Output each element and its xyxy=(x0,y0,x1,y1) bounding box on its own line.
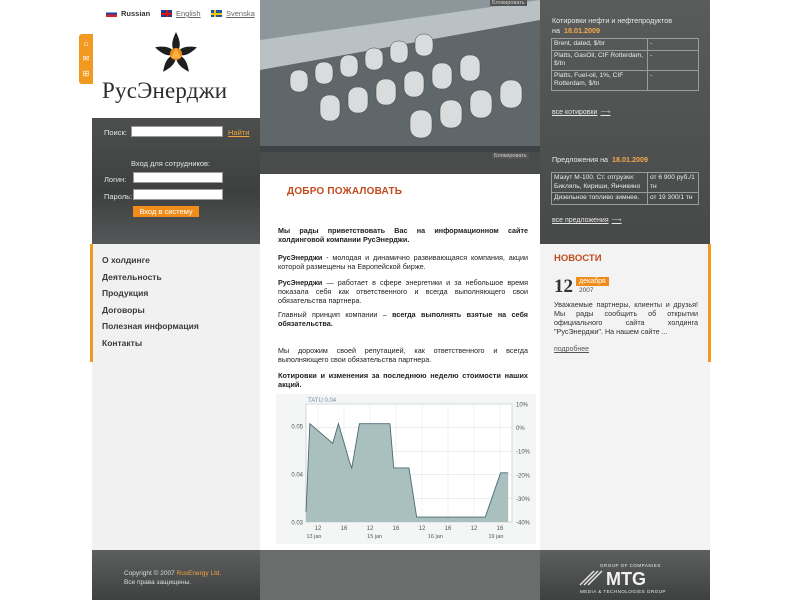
mail-icon[interactable]: ✉ xyxy=(82,54,90,63)
x-tick-label: 16 xyxy=(393,526,400,532)
search-input[interactable] xyxy=(131,126,223,137)
page-gutter-right xyxy=(710,0,800,600)
news-text: Уважаемые партнеры, клиенты и друзья! Мы… xyxy=(554,300,698,336)
search-label: Поиск: xyxy=(104,128,127,137)
login-label: Логин: xyxy=(104,175,127,184)
paragraph-1: РусЭнерджи - молодая и динамично развива… xyxy=(278,253,528,271)
y-right-tick-label: -30% xyxy=(516,497,531,503)
all-offers-link[interactable]: все предложения ⟶ xyxy=(552,216,622,224)
login-input[interactable] xyxy=(133,172,223,183)
x-tick-label: 12 xyxy=(471,526,478,532)
table-row: Дизельное топливо зимнее. от 19 300/1 тн xyxy=(551,192,699,205)
page-gutter-left xyxy=(0,0,92,600)
table-row: Platts, GasOil, CIF Rotterdam, $/tn - xyxy=(551,49,699,71)
nav-item-useful-info[interactable]: Полезная информация xyxy=(92,318,260,335)
x-tick-label: 16 xyxy=(497,526,504,532)
language-english[interactable]: English xyxy=(161,9,201,18)
news-year: 2007 xyxy=(579,287,594,294)
y-right-tick-label: -20% xyxy=(516,473,531,479)
language-russian[interactable]: Russian xyxy=(106,9,150,18)
quotes-table: Brent, dated, $/br - Platts, GasOil, CIF … xyxy=(551,38,699,91)
accent-bar-right xyxy=(708,244,711,362)
login-submit-button[interactable]: Вход в систему xyxy=(133,206,199,217)
y-left-tick-label: 0.04 xyxy=(291,473,303,479)
right-quotes-panel xyxy=(540,0,710,244)
stock-chart-svg: 10%0%-10%-20%-30%-40%0.050.040.0312 16 12 1… xyxy=(276,394,536,544)
photo-caption-top: Блокировать xyxy=(490,0,527,6)
russia-flag-icon xyxy=(106,10,117,17)
stock-chart: 10% 0% -10% -20% -30% -40% 0.05 0.04 0.03 12 16 12 1… xyxy=(276,394,536,544)
quotes-title: Котировки нефти и нефтепродуктов на 18.0… xyxy=(552,16,673,35)
password-input[interactable] xyxy=(133,189,223,200)
x-tick-label: 12 xyxy=(367,526,374,532)
search-submit-link[interactable]: Найти xyxy=(228,128,249,137)
y-right-tick-label: -40% xyxy=(516,521,531,527)
star-logo-icon xyxy=(155,32,197,72)
paragraph-4: Мы дорожим своей репутацией, как ответст… xyxy=(278,346,528,364)
main-navigation: О холдинге Деятельность Продукция Догово… xyxy=(92,252,260,351)
table-row: Platts, Fuel-oil, 1%, CIF Rotterdam, $/t… xyxy=(551,69,699,91)
sitemap-icon[interactable]: ⊞ xyxy=(82,70,90,78)
paragraph-3: Главный принцип компании – всегда выполн… xyxy=(278,310,528,328)
language-svenska[interactable]: Svenska xyxy=(211,9,255,18)
offers-table: Мазут М-100. Ст. отгрузки: Бикляль, Кири… xyxy=(551,172,699,205)
news-month-badge: декабря xyxy=(576,277,609,286)
offers-date: 18.01.2009 xyxy=(612,155,649,164)
news-more-link[interactable]: подробнее xyxy=(554,346,589,353)
y-right-tick-label: -10% xyxy=(516,450,531,456)
y-right-tick-label: 0% xyxy=(516,426,525,432)
x-tick-label: 12 xyxy=(419,526,426,532)
nav-item-products[interactable]: Продукция xyxy=(92,285,260,302)
logo-wordmark[interactable]: РусЭнерджи xyxy=(102,78,227,104)
table-row: Мазут М-100. Ст. отгрузки: Бикляль, Кири… xyxy=(551,172,699,193)
y-left-tick-label: 0.03 xyxy=(291,521,303,527)
x-tick-label: 16 xyxy=(341,526,348,532)
nav-item-about[interactable]: О холдинге xyxy=(92,252,260,269)
copyright-brand-link[interactable]: RusEnergy Ltd. xyxy=(177,570,222,577)
brand-name: РусЭнерджи xyxy=(278,278,323,287)
mtg-logo[interactable]: MTG xyxy=(578,565,678,591)
y-left-tick-label: 0.05 xyxy=(291,425,303,431)
x-date-label: 19 jan xyxy=(489,534,504,540)
mtg-logo-icon: MTG xyxy=(579,569,646,589)
news-day: 12 xyxy=(554,276,573,297)
quotes-date: 18.01.2009 xyxy=(563,26,600,35)
x-tick-label: 16 xyxy=(445,526,452,532)
sweden-flag-icon xyxy=(211,10,222,17)
oil-terminal-illustration xyxy=(260,0,540,152)
login-title: Вход для сотрудников: xyxy=(131,159,211,168)
x-date-label: 16 jan xyxy=(428,534,443,540)
paragraph-2: РусЭнерджи — работает в сфере энергетики… xyxy=(278,278,528,305)
y-right-tick-label: 10% xyxy=(516,403,529,409)
x-date-label: 15 jan xyxy=(367,534,382,540)
brand-name: РусЭнерджи xyxy=(278,253,323,262)
mtg-subtitle: MEDIA & TECHNOLOGIES GROUP xyxy=(580,589,666,594)
news-title: НОВОСТИ xyxy=(554,253,602,264)
chart-heading: Котировки и изменения за последнюю недел… xyxy=(278,371,528,389)
page-title: ДОБРО ПОЖАЛОВАТЬ xyxy=(287,186,403,197)
nav-item-contacts[interactable]: Контакты xyxy=(92,335,260,352)
password-label: Пароль: xyxy=(104,192,133,201)
mtg-logo-text: MTG xyxy=(606,569,646,589)
x-tick-label: 12 xyxy=(315,526,322,532)
table-row: Brent, dated, $/br - xyxy=(551,38,699,51)
header-photo-terminal: Блокировать xyxy=(260,0,540,152)
all-quotes-link[interactable]: все котировки ⟶ xyxy=(552,108,611,116)
x-date-label: 13 jan xyxy=(307,534,322,540)
uk-flag-icon xyxy=(161,10,172,17)
chart-title: TATU 0.04 xyxy=(308,398,337,404)
footer-center xyxy=(260,550,540,600)
copyright: Copyright © 2007 RusEnergy Ltd. Все прав… xyxy=(124,570,222,586)
quick-links-tab: ⌂ ✉ ⊞ xyxy=(79,34,93,84)
nav-item-activity[interactable]: Деятельность xyxy=(92,269,260,286)
offers-title: Предложения на 18.01.2009 xyxy=(552,155,649,164)
arrow-right-icon: ⟶ xyxy=(611,217,622,224)
nav-item-contracts[interactable]: Договоры xyxy=(92,302,260,319)
intro-paragraph: Мы рады приветствовать Вас на информацио… xyxy=(278,226,528,244)
photo-caption-bottom: Блокировать xyxy=(492,153,529,159)
photo-footer-strip: Блокировать xyxy=(260,152,540,174)
home-icon[interactable]: ⌂ xyxy=(82,39,90,48)
arrow-right-icon: ⟶ xyxy=(600,109,611,116)
